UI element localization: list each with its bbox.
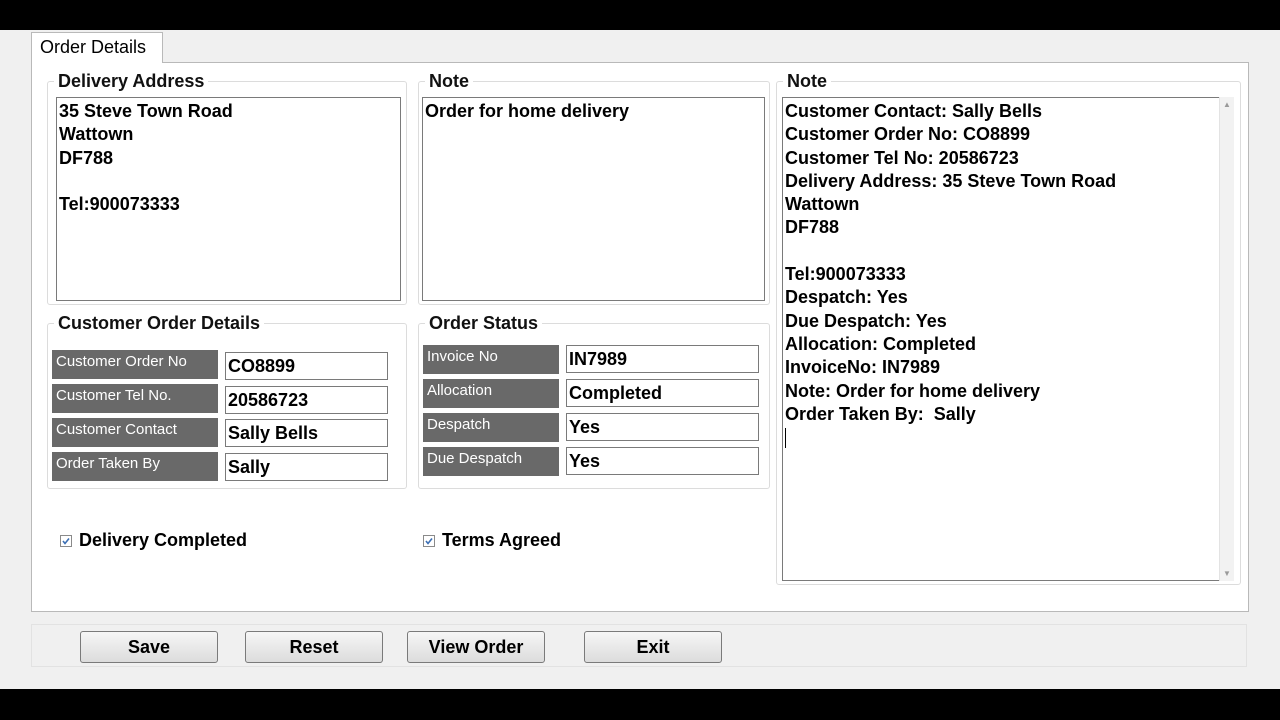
- summary-note-scrollbar[interactable]: ▲ ▼: [1219, 97, 1234, 581]
- terms-agreed-checkbox-row[interactable]: Terms Agreed: [423, 530, 561, 551]
- reset-button[interactable]: Reset: [245, 631, 383, 663]
- tab-order-details[interactable]: Order Details: [31, 32, 163, 63]
- note-textarea[interactable]: Order for home delivery: [422, 97, 765, 301]
- due-despatch-label: Due Despatch: [423, 447, 559, 476]
- customer-contact-label: Customer Contact: [52, 418, 218, 447]
- order-taken-by-label: Order Taken By: [52, 452, 218, 481]
- customer-tel-no-field[interactable]: 20586723: [225, 386, 388, 414]
- check-icon: [62, 537, 70, 545]
- summary-note-textarea[interactable]: Customer Contact: Sally Bells Customer O…: [782, 97, 1220, 581]
- scroll-down-arrow-icon[interactable]: ▼: [1223, 569, 1231, 578]
- terms-agreed-checkbox[interactable]: [423, 534, 435, 547]
- invoice-no-field[interactable]: IN7989: [566, 345, 759, 373]
- delivery-completed-checkbox[interactable]: [60, 534, 72, 547]
- terms-agreed-label: Terms Agreed: [442, 530, 562, 550]
- summary-note-title: Note: [783, 70, 831, 92]
- exit-button[interactable]: Exit: [584, 631, 722, 663]
- save-button[interactable]: Save: [80, 631, 218, 663]
- summary-note-text: Customer Contact: Sally Bells Customer O…: [785, 101, 1117, 424]
- note-title: Note: [425, 70, 473, 92]
- despatch-field[interactable]: Yes: [566, 413, 759, 441]
- despatch-label: Despatch: [423, 413, 559, 442]
- due-despatch-field[interactable]: Yes: [566, 447, 759, 475]
- customer-contact-field[interactable]: Sally Bells: [225, 419, 388, 447]
- order-taken-by-field[interactable]: Sally: [225, 453, 388, 481]
- delivery-completed-checkbox-row[interactable]: Delivery Completed: [60, 530, 247, 551]
- customer-order-no-field[interactable]: CO8899: [225, 352, 388, 380]
- invoice-no-label: Invoice No: [423, 345, 559, 374]
- delivery-completed-label: Delivery Completed: [79, 530, 248, 550]
- top-black-bar: [0, 0, 1280, 30]
- delivery-address-title: Delivery Address: [54, 70, 209, 92]
- allocation-label: Allocation: [423, 379, 559, 408]
- check-icon: [425, 537, 433, 545]
- customer-tel-no-label: Customer Tel No.: [52, 384, 218, 413]
- customer-order-details-title: Customer Order Details: [54, 312, 265, 334]
- order-status-title: Order Status: [425, 312, 543, 334]
- text-caret: [785, 428, 786, 449]
- scroll-up-arrow-icon[interactable]: ▲: [1223, 100, 1231, 109]
- bottom-black-bar: [0, 689, 1280, 720]
- allocation-field[interactable]: Completed: [566, 379, 759, 407]
- delivery-address-textarea[interactable]: 35 Steve Town Road Wattown DF788 Tel:900…: [56, 97, 401, 301]
- view-order-button[interactable]: View Order: [407, 631, 545, 663]
- customer-order-no-label: Customer Order No: [52, 350, 218, 379]
